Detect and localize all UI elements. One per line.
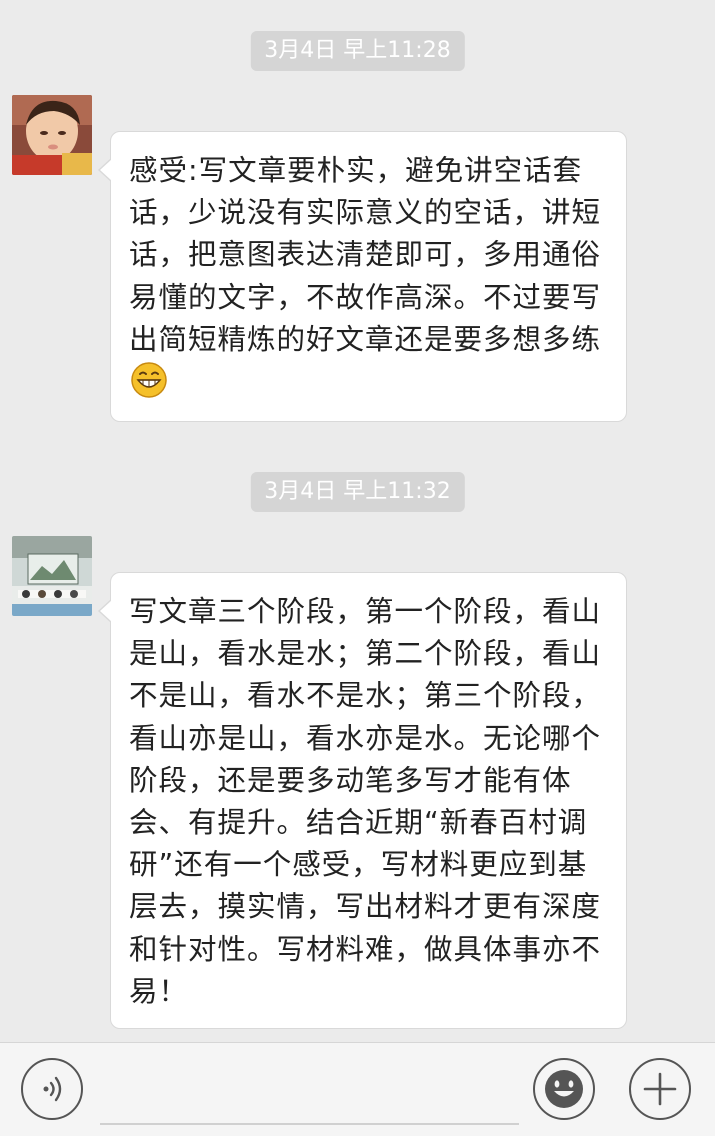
message-text: 感受:写文章要朴实，避免讲空话套话，少说没有实际意义的空话，讲短话，把意图表达清…	[129, 150, 608, 403]
chat-area: 3月4日 早上11:28 感受:写文章要朴实，避免讲空话套话，少说没有实际意义的…	[0, 0, 715, 1042]
message-timestamp: 3月4日 早上11:28	[250, 31, 465, 71]
voice-icon	[43, 1076, 62, 1102]
message-input[interactable]	[100, 1057, 519, 1125]
message-text: 写文章三个阶段，第一个阶段，看山是山，看水是水；第二个阶段，看山不是山，看水不是…	[129, 595, 602, 1008]
chat-input-bar	[0, 1042, 715, 1136]
emoji-button[interactable]	[533, 1058, 595, 1120]
message-bubble[interactable]: 感受:写文章要朴实，避免讲空话套话，少说没有实际意义的空话，讲短话，把意图表达清…	[98, 131, 627, 422]
message-timestamp: 3月4日 早上11:32	[250, 472, 465, 512]
toddler-photo-icon	[12, 95, 92, 175]
more-button[interactable]	[629, 1058, 691, 1120]
grinning-face-icon	[131, 362, 167, 398]
sender-avatar[interactable]	[12, 536, 92, 616]
message-text-content: 感受:写文章要朴实，避免讲空话套话，少说没有实际意义的空话，讲短话，把意图表达清…	[129, 154, 602, 356]
voice-button[interactable]	[21, 1058, 83, 1120]
meeting-room-photo-icon	[12, 536, 92, 616]
sender-avatar[interactable]	[12, 95, 92, 175]
message-bubble[interactable]: 写文章三个阶段，第一个阶段，看山是山，看水是水；第二个阶段，看山不是山，看水不是…	[98, 572, 627, 1029]
smiley-icon	[545, 1070, 583, 1108]
plus-icon	[643, 1072, 677, 1106]
